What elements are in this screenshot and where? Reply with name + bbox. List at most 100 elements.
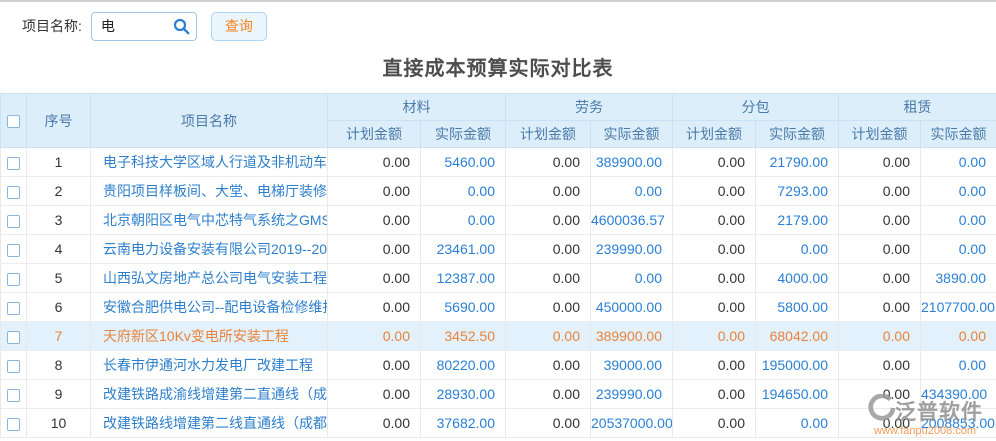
planned-amount-cell: 0.00 xyxy=(839,409,921,438)
table-row[interactable]: 4云南电力设备安装有限公司2019--2020年度0.0023461.000.0… xyxy=(1,235,996,264)
planned-amount-cell: 0.00 xyxy=(673,351,756,380)
planned-amount-cell: 0.00 xyxy=(328,264,421,293)
actual-amount-cell: 80220.00 xyxy=(421,351,506,380)
table-row[interactable]: 7天府新区10Kv变电所安装工程0.003452.500.00389900.00… xyxy=(1,322,996,351)
group-header-material: 材料 xyxy=(328,94,506,121)
seq-cell: 2 xyxy=(27,177,91,206)
row-checkbox[interactable] xyxy=(7,215,20,228)
search-icon[interactable] xyxy=(173,18,190,40)
row-checkbox-cell xyxy=(1,177,27,206)
sub-header-planned-amount: 计划金额 xyxy=(673,121,756,148)
seq-cell: 4 xyxy=(27,235,91,264)
planned-amount-cell: 0.00 xyxy=(839,351,921,380)
project-name-link[interactable]: 长春市伊通河水力发电厂改建工程 xyxy=(91,351,328,380)
actual-amount-cell: 0.00 xyxy=(921,206,996,235)
sub-header-actual-amount: 实际金额 xyxy=(591,121,673,148)
planned-amount-cell: 0.00 xyxy=(328,409,421,438)
row-checkbox[interactable] xyxy=(7,157,20,170)
actual-amount-cell: 434390.00 xyxy=(921,380,996,409)
table-row[interactable]: 5山西弘文房地产总公司电气安装工程0.0012387.000.000.000.0… xyxy=(1,264,996,293)
project-name-link[interactable]: 安徽合肥供电公司--配电设备检修维护和改造 xyxy=(91,293,328,322)
actual-amount-cell: 239990.00 xyxy=(591,235,673,264)
actual-amount-cell: 0.00 xyxy=(756,235,839,264)
planned-amount-cell: 0.00 xyxy=(506,322,591,351)
planned-amount-cell: 0.00 xyxy=(506,235,591,264)
seq-cell: 8 xyxy=(27,351,91,380)
seq-cell: 7 xyxy=(27,322,91,351)
actual-amount-cell: 4000.00 xyxy=(756,264,839,293)
actual-amount-cell: 0.00 xyxy=(921,322,996,351)
query-button[interactable]: 查询 xyxy=(211,12,267,41)
planned-amount-cell: 0.00 xyxy=(506,264,591,293)
sub-header-actual-amount: 实际金额 xyxy=(756,121,839,148)
planned-amount-cell: 0.00 xyxy=(506,380,591,409)
actual-amount-cell: 0.00 xyxy=(756,409,839,438)
title-bar: 直接成本预算实际对比表 xyxy=(0,50,996,93)
actual-amount-cell: 450000.00 xyxy=(591,293,673,322)
row-checkbox[interactable] xyxy=(7,418,20,431)
actual-amount-cell: 2107700.00 xyxy=(921,293,996,322)
actual-amount-cell: 68042.00 xyxy=(756,322,839,351)
table-row[interactable]: 10改建铁路线增建第二线直通线（成都-西安）0.0037682.000.0020… xyxy=(1,409,996,438)
project-name-link[interactable]: 电子科技大学区域人行道及非机动车道工程 xyxy=(91,148,328,177)
row-checkbox[interactable] xyxy=(7,360,20,373)
project-name-link[interactable]: 改建铁路线增建第二线直通线（成都-西安） xyxy=(91,409,328,438)
sub-header-planned-amount: 计划金额 xyxy=(506,121,591,148)
row-checkbox[interactable] xyxy=(7,331,20,344)
planned-amount-cell: 0.00 xyxy=(673,206,756,235)
seq-cell: 3 xyxy=(27,206,91,235)
row-checkbox[interactable] xyxy=(7,244,20,257)
planned-amount-cell: 0.00 xyxy=(328,322,421,351)
planned-amount-cell: 0.00 xyxy=(839,177,921,206)
planned-amount-cell: 0.00 xyxy=(328,148,421,177)
actual-amount-cell: 0.00 xyxy=(591,264,673,293)
planned-amount-cell: 0.00 xyxy=(839,380,921,409)
project-name-link[interactable]: 山西弘文房地产总公司电气安装工程 xyxy=(91,264,328,293)
project-name-link[interactable]: 北京朝阳区电气中芯特气系统之GMS安装 xyxy=(91,206,328,235)
planned-amount-cell: 0.00 xyxy=(673,380,756,409)
row-checkbox[interactable] xyxy=(7,186,20,199)
planned-amount-cell: 0.00 xyxy=(328,293,421,322)
row-checkbox[interactable] xyxy=(7,273,20,286)
table-row[interactable]: 3北京朝阳区电气中芯特气系统之GMS安装0.000.000.004600036.… xyxy=(1,206,996,235)
table-row[interactable]: 1电子科技大学区域人行道及非机动车道工程0.005460.000.0038990… xyxy=(1,148,996,177)
planned-amount-cell: 0.00 xyxy=(673,177,756,206)
table-row[interactable]: 8长春市伊通河水力发电厂改建工程0.0080220.000.0039000.00… xyxy=(1,351,996,380)
planned-amount-cell: 0.00 xyxy=(506,206,591,235)
project-name-link[interactable]: 改建铁路成渝线增建第二直通线（成渝枢纽 xyxy=(91,380,328,409)
planned-amount-cell: 0.00 xyxy=(673,409,756,438)
project-name-label: 项目名称: xyxy=(22,16,82,36)
project-name-link[interactable]: 贵阳项目样板间、大堂、电梯厅装修工程 xyxy=(91,177,328,206)
planned-amount-cell: 0.00 xyxy=(673,264,756,293)
project-name-link[interactable]: 云南电力设备安装有限公司2019--2020年度 xyxy=(91,235,328,264)
actual-amount-cell: 239990.00 xyxy=(591,380,673,409)
planned-amount-cell: 0.00 xyxy=(506,293,591,322)
row-checkbox-cell xyxy=(1,293,27,322)
planned-amount-cell: 0.00 xyxy=(673,322,756,351)
row-checkbox-cell xyxy=(1,380,27,409)
row-checkbox-cell xyxy=(1,264,27,293)
select-all-checkbox[interactable] xyxy=(7,115,20,128)
seq-cell: 5 xyxy=(27,264,91,293)
row-checkbox[interactable] xyxy=(7,389,20,402)
actual-amount-cell: 12387.00 xyxy=(421,264,506,293)
table-row[interactable]: 2贵阳项目样板间、大堂、电梯厅装修工程0.000.000.000.000.007… xyxy=(1,177,996,206)
sub-header-planned-amount: 计划金额 xyxy=(839,121,921,148)
seq-cell: 9 xyxy=(27,380,91,409)
planned-amount-cell: 0.00 xyxy=(839,264,921,293)
actual-amount-cell: 5690.00 xyxy=(421,293,506,322)
seq-cell: 1 xyxy=(27,148,91,177)
actual-amount-cell: 7293.00 xyxy=(756,177,839,206)
row-checkbox[interactable] xyxy=(7,302,20,315)
planned-amount-cell: 0.00 xyxy=(673,148,756,177)
table-row[interactable]: 6安徽合肥供电公司--配电设备检修维护和改造0.005690.000.00450… xyxy=(1,293,996,322)
actual-amount-cell: 39000.00 xyxy=(591,351,673,380)
seq-column-header: 序号 xyxy=(27,94,91,148)
group-header-subcontract: 分包 xyxy=(673,94,839,121)
table-row[interactable]: 9改建铁路成渝线增建第二直通线（成渝枢纽0.0028930.000.002399… xyxy=(1,380,996,409)
actual-amount-cell: 3452.50 xyxy=(421,322,506,351)
search-toolbar: 项目名称: 查询 xyxy=(0,2,996,50)
actual-amount-cell: 2008853.00 xyxy=(921,409,996,438)
project-name-link[interactable]: 天府新区10Kv变电所安装工程 xyxy=(91,322,328,351)
sub-header-actual-amount: 实际金额 xyxy=(421,121,506,148)
